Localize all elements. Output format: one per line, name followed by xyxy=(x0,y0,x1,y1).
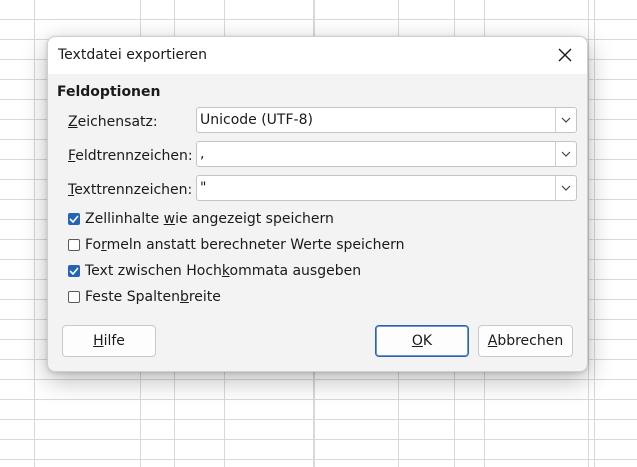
close-icon xyxy=(558,48,572,62)
checkbox-checked[interactable] xyxy=(68,213,80,225)
dialog-titlebar: Textdatei exportieren xyxy=(48,37,587,74)
checkmark-icon xyxy=(69,267,79,275)
field-separator-label: Feldtrennzeichen: xyxy=(68,148,193,164)
text-delimiter-select[interactable]: " xyxy=(196,175,577,201)
label-part: meln anstatt berechneter Werte speichern xyxy=(106,237,405,253)
help-accelerator: H xyxy=(93,333,104,349)
label-part: Feste Spalten xyxy=(85,289,180,305)
text-delimiter-label: Texttrennzeichen: xyxy=(68,182,192,198)
export-text-dialog: Textdatei exportieren Feldoptionen Zeich… xyxy=(47,36,588,372)
charset-dropdown-button[interactable] xyxy=(555,108,576,132)
checkbox-quote-text[interactable]: Text zwischen Hochkommata ausgeben xyxy=(68,262,361,280)
chevron-down-icon xyxy=(561,117,571,123)
field-separator-value: , xyxy=(200,146,205,162)
charset-label: Zeichensatz: xyxy=(68,114,158,130)
label-part: Zellinhalte xyxy=(85,211,164,227)
checkbox-checked[interactable] xyxy=(68,265,80,277)
charset-value: Unicode (UTF-8) xyxy=(200,112,313,128)
checkbox-label: Feste Spaltenbreite xyxy=(85,289,221,305)
cancel-button[interactable]: Abbrechen xyxy=(478,325,573,357)
label-part: Text zwischen Hoch xyxy=(85,263,222,279)
checkbox-label: Text zwischen Hochkommata ausgeben xyxy=(85,263,361,279)
label-part: ommata ausgeben xyxy=(229,263,362,279)
checkbox-save-as-shown[interactable]: Zellinhalte wie angezeigt speichern xyxy=(68,210,334,228)
cancel-label: bbrechen xyxy=(497,333,564,349)
label-accelerator: w xyxy=(163,211,176,227)
help-button[interactable]: Hilfe xyxy=(62,325,156,357)
cancel-accelerator: A xyxy=(487,333,498,349)
field-separator-select[interactable]: , xyxy=(196,141,577,167)
charset-select[interactable]: Unicode (UTF-8) xyxy=(196,107,577,133)
chevron-down-icon xyxy=(561,185,571,191)
checkbox-unchecked[interactable] xyxy=(68,239,80,251)
grid-column-line xyxy=(34,0,35,467)
close-button[interactable] xyxy=(553,43,577,67)
chevron-down-icon xyxy=(561,151,571,157)
ok-accelerator: O xyxy=(411,333,423,349)
ok-button[interactable]: OK xyxy=(375,325,469,357)
dialog-title: Textdatei exportieren xyxy=(58,47,208,63)
help-label: ilfe xyxy=(103,333,125,349)
text-delimiter-value: " xyxy=(200,180,207,196)
text-delimiter-dropdown-button[interactable] xyxy=(555,176,576,200)
checkbox-label: Zellinhalte wie angezeigt speichern xyxy=(85,211,334,227)
checkbox-unchecked[interactable] xyxy=(68,291,80,303)
ok-label: K xyxy=(422,333,433,349)
field-separator-label-text: eldtrennzeichen: xyxy=(75,148,193,164)
checkbox-label: Formeln anstatt berechneter Werte speich… xyxy=(85,237,404,253)
charset-label-text: eichensatz: xyxy=(77,114,158,130)
label-part: Fo xyxy=(85,237,102,253)
label-part: reite xyxy=(188,289,221,305)
field-separator-dropdown-button[interactable] xyxy=(555,142,576,166)
charset-label-accelerator: Z xyxy=(68,114,78,130)
section-title: Feldoptionen xyxy=(57,84,161,100)
text-delimiter-label-text: exttrennzeichen: xyxy=(74,182,193,198)
label-accelerator: k xyxy=(221,263,230,279)
checkbox-fixed-width[interactable]: Feste Spaltenbreite xyxy=(68,288,221,306)
label-part: ie angezeigt speichern xyxy=(175,211,334,227)
grid-column-line xyxy=(588,0,589,467)
checkmark-icon xyxy=(69,215,79,223)
label-accelerator: b xyxy=(179,289,189,305)
checkbox-save-formulas[interactable]: Formeln anstatt berechneter Werte speich… xyxy=(68,236,404,254)
